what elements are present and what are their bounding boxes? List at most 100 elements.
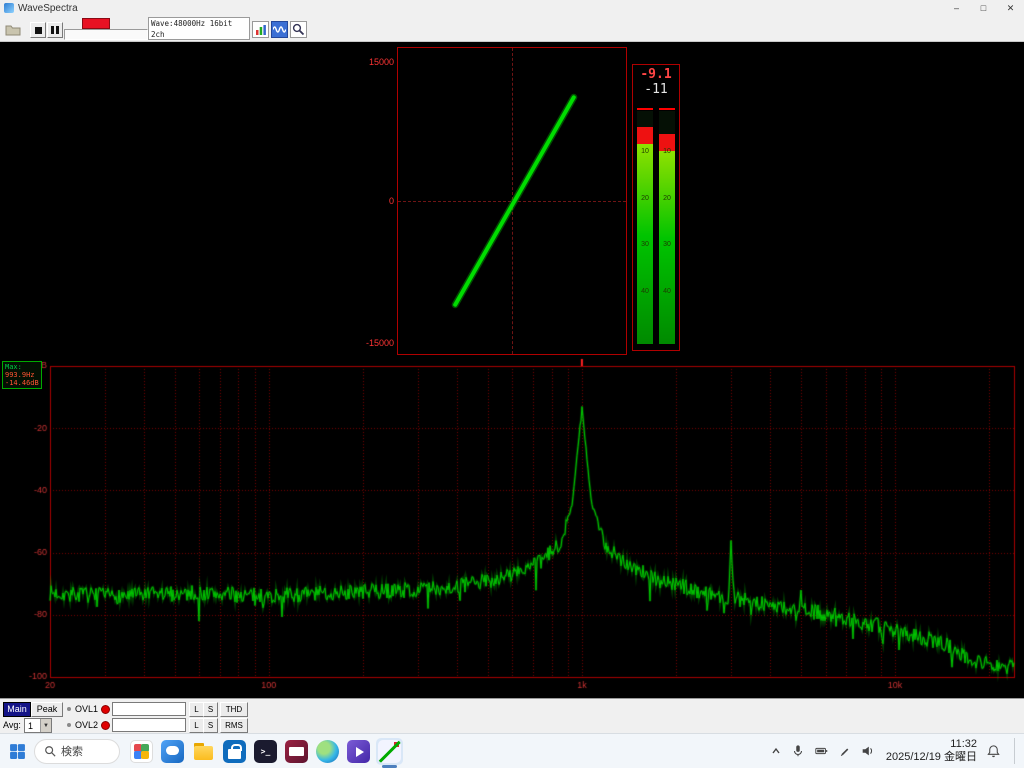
main-tab-button[interactable]: Main xyxy=(3,702,31,717)
meter-bar-right: 10203040 xyxy=(659,111,675,344)
max-level: -14.46dB xyxy=(5,379,39,387)
scope-area: 15000 0 -15000 -9.1 -11 10203040 1020304… xyxy=(0,42,1024,357)
tray-time: 11:32 xyxy=(886,738,977,751)
taskbar-app-wavespectra[interactable] xyxy=(376,738,403,765)
settings-button[interactable] xyxy=(290,21,307,38)
system-tray: 11:32 2025/12/19 金曜日 xyxy=(770,738,1020,764)
separator-dot xyxy=(67,707,71,711)
taskbar-app-media-player[interactable] xyxy=(345,738,372,765)
store-icon xyxy=(223,740,246,763)
magnifier-wrench-icon xyxy=(292,23,305,36)
taskbar: 検索 >_ 11:32 2025/12/19 金曜日 xyxy=(0,733,1024,768)
taskbar-app-edge[interactable] xyxy=(314,738,341,765)
pause-button[interactable] xyxy=(47,22,63,38)
terminal-icon: >_ xyxy=(254,740,277,763)
meter-scale-label: 30 xyxy=(659,241,675,248)
lissajous-scale-zero: 0 xyxy=(389,196,394,206)
thd-button[interactable]: THD xyxy=(220,702,248,717)
taskbar-app-explorer[interactable] xyxy=(190,738,217,765)
meter-scale-label: 30 xyxy=(637,241,653,248)
position-strip xyxy=(64,29,148,40)
overlay1-file-input[interactable] xyxy=(112,702,186,716)
meter-view-button[interactable] xyxy=(252,21,269,38)
peak-readout: Max: 993.9Hz -14.46dB xyxy=(2,361,42,389)
minimize-button[interactable]: – xyxy=(943,0,970,16)
microphone-icon[interactable] xyxy=(791,744,805,758)
media-player-icon xyxy=(347,740,370,763)
peak-value-left: -9.1 xyxy=(633,67,679,82)
window-controls: – □ ✕ xyxy=(943,0,1024,16)
max-label: Max: xyxy=(5,363,39,371)
separator-dot xyxy=(67,723,71,727)
meter-scale-label: 40 xyxy=(637,288,653,295)
window-title: WaveSpectra xyxy=(18,3,78,14)
open-file-icon[interactable] xyxy=(5,23,21,35)
chat-icon xyxy=(161,740,184,763)
sine-wave-icon xyxy=(273,24,286,35)
search-icon xyxy=(44,745,56,757)
stop-icon xyxy=(35,27,42,34)
ovl1-label: OVL1 xyxy=(75,704,98,714)
maximize-button[interactable]: □ xyxy=(970,0,997,16)
overlay1-save-button[interactable]: S xyxy=(203,702,218,717)
pause-icon xyxy=(51,26,54,34)
rms-button[interactable]: RMS xyxy=(220,718,248,733)
meter-fill-left xyxy=(637,127,653,344)
spectrum-area: Max: 993.9Hz -14.46dB xyxy=(0,357,1024,698)
ovl1-led xyxy=(101,705,110,714)
overlay2-load-button[interactable]: L xyxy=(189,718,204,733)
close-button[interactable]: ✕ xyxy=(997,0,1024,16)
meter-fill-right xyxy=(659,134,675,344)
wavespectra-icon xyxy=(378,740,401,763)
show-desktop-button[interactable] xyxy=(1014,738,1018,764)
meter-scale-label: 10 xyxy=(637,148,653,155)
taskbar-app-store[interactable] xyxy=(221,738,248,765)
taskbar-app-chat[interactable] xyxy=(159,738,186,765)
notification-bell-icon[interactable] xyxy=(986,744,1001,759)
pen-icon[interactable] xyxy=(838,745,851,758)
app-icon xyxy=(4,3,14,13)
tray-date: 2025/12/19 金曜日 xyxy=(886,751,977,764)
record-indicator xyxy=(82,18,110,29)
lissajous-scale-min: -15000 xyxy=(366,338,394,348)
hidden-icons-chevron[interactable] xyxy=(770,745,782,757)
overlay2-file-input[interactable] xyxy=(112,718,186,732)
wave-info: Wave:48000Hz 16bit 2ch xyxy=(151,18,249,40)
control-bar: Main Peak OVL1 L S THD Avg: 1 ▼ OVL2 L S… xyxy=(0,698,1024,733)
meter-zero-mark xyxy=(637,108,653,110)
start-button[interactable] xyxy=(4,738,30,764)
meter-overload-left xyxy=(637,127,653,144)
taskbar-search[interactable]: 検索 xyxy=(34,739,120,764)
taskbar-app-app-cluster[interactable] xyxy=(128,738,155,765)
lissajous-scale-max: 15000 xyxy=(369,57,394,67)
waveform-view-button[interactable] xyxy=(271,21,288,38)
explorer-icon xyxy=(192,740,215,763)
ovl2-label: OVL2 xyxy=(75,720,98,730)
chevron-down-icon: ▼ xyxy=(40,719,51,732)
bar-chart-icon xyxy=(255,24,267,36)
overlay1-load-button[interactable]: L xyxy=(189,702,204,717)
edge-icon xyxy=(316,740,339,763)
search-placeholder: 検索 xyxy=(61,743,83,759)
stop-button[interactable] xyxy=(30,22,46,38)
overlay2-save-button[interactable]: S xyxy=(203,718,218,733)
avg-label: Avg: xyxy=(3,720,21,730)
titlebar: WaveSpectra – □ ✕ xyxy=(0,0,1024,16)
volume-icon[interactable] xyxy=(860,744,875,758)
spectrum-canvas xyxy=(0,357,1024,698)
toolbar: Wave:48000Hz 16bit 2ch FFT:32768 Rect. f… xyxy=(0,16,1024,42)
windows-logo-icon xyxy=(9,743,26,760)
peak-value-right: -11 xyxy=(633,82,679,97)
meter-bars: 10203040 10203040 xyxy=(637,111,675,344)
mail-icon xyxy=(285,740,308,763)
avg-count-select[interactable]: 1 ▼ xyxy=(24,718,52,733)
audio-info-panel: Wave:48000Hz 16bit 2ch FFT:32768 Rect. f… xyxy=(148,17,250,40)
meter-scale-label: 10 xyxy=(659,148,675,155)
app-cluster-icon xyxy=(130,740,153,763)
lissajous-trace xyxy=(398,48,626,354)
battery-icon[interactable] xyxy=(814,744,829,758)
clock[interactable]: 11:32 2025/12/19 金曜日 xyxy=(886,738,977,764)
taskbar-app-terminal[interactable]: >_ xyxy=(252,738,279,765)
peak-tab-button[interactable]: Peak xyxy=(31,702,63,717)
taskbar-app-mail[interactable] xyxy=(283,738,310,765)
